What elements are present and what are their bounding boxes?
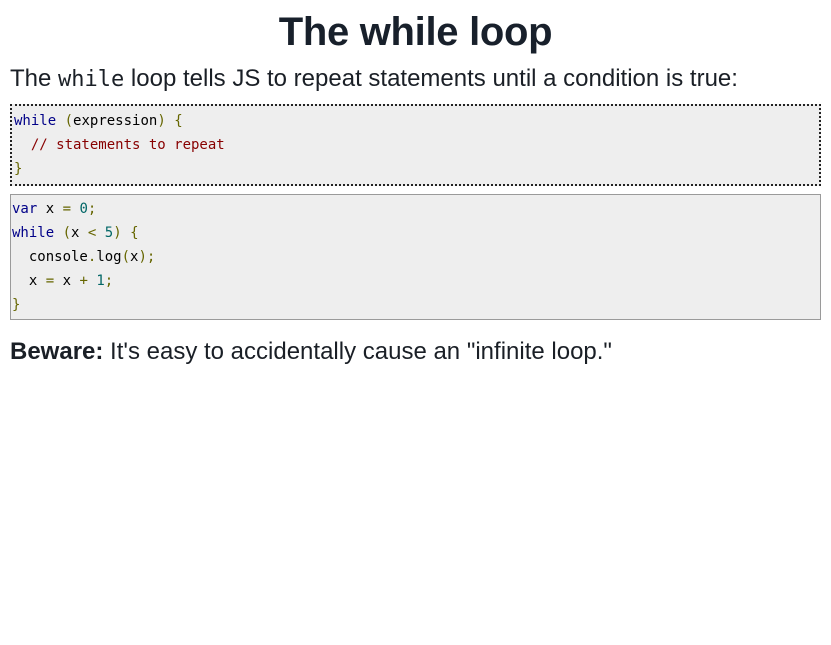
syntax-code-block: while (expression) { // statements to re… [10,104,821,186]
code-punctuation: + [79,273,88,289]
example-code-block: var x = 0; while (x < 5) { console.log(x)… [10,194,821,320]
beware-paragraph: Beware: It's easy to accidentally cause … [10,337,821,367]
code-keyword: while [14,113,57,129]
slide: The while loop The while loop tells JS t… [10,0,821,367]
code-identifier: console [28,249,88,265]
code-identifier: log [96,249,122,265]
code-line: while (x < 5) { [12,221,818,245]
code-keyword: var [12,201,38,217]
code-punctuation: ; [87,201,97,217]
beware-text: It's easy to accidentally cause an "infi… [103,338,612,365]
code-punctuation: ; [146,249,156,265]
code-line: while (expression) { [14,109,817,133]
code-punctuation: = [62,201,72,217]
code-line: } [14,157,817,181]
code-literal: 0 [79,201,88,217]
intro-text-after: loop tells JS to repeat statements until… [124,65,738,92]
code-line: var x = 0; [12,197,818,221]
code-punctuation: ; [104,273,114,289]
code-punctuation: = [45,273,55,289]
intro-paragraph: The while loop tells JS to repeat statem… [10,64,821,95]
code-punctuation: { [130,225,139,241]
code-identifier: x [45,201,55,217]
code-literal: 1 [96,273,105,289]
code-punctuation: ) [157,113,166,129]
code-keyword: while [12,225,55,241]
code-punctuation: { [174,113,183,129]
beware-label: Beware: [10,338,104,365]
intro-inline-code: while [58,67,125,92]
code-line: } [12,293,818,317]
code-punctuation: ( [64,113,74,129]
code-punctuation: } [12,297,21,313]
page-title: The while loop [278,10,553,54]
code-punctuation: ) [113,225,122,241]
code-comment: // statements to repeat [30,137,225,153]
code-line: console.log(x); [12,245,818,269]
code-line: // statements to repeat [14,133,817,157]
code-punctuation: ( [62,225,72,241]
code-punctuation: } [14,161,23,177]
code-identifier: x [62,273,72,289]
code-identifier: expression [73,113,158,129]
code-punctuation: ) [138,249,147,265]
code-punctuation: ( [121,249,131,265]
code-line: x = x + 1; [12,269,818,293]
intro-text-before: The [10,65,59,92]
code-literal: 5 [104,225,114,241]
